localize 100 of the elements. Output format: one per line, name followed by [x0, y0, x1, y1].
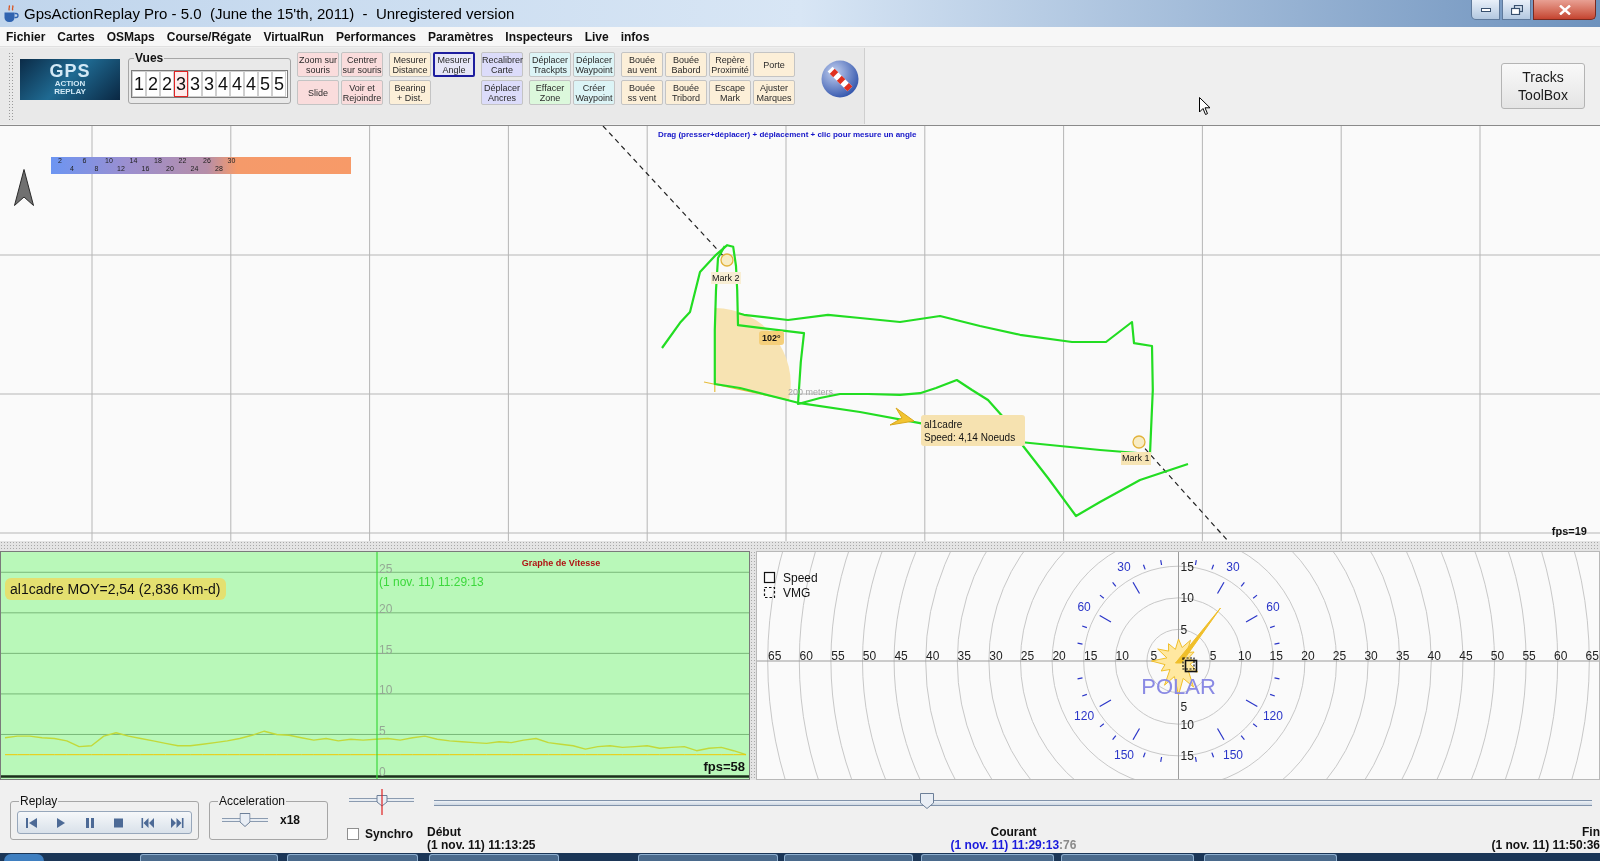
- tool-button[interactable]: Bouée ss vent: [621, 80, 663, 105]
- tool-button[interactable]: Centrer sur souris: [341, 52, 383, 77]
- radius-label: 15: [1180, 559, 1194, 574]
- radius-label: 55: [1522, 649, 1536, 663]
- tool-button[interactable]: Mesurer Distance: [389, 52, 431, 77]
- view-button[interactable]: 3: [188, 71, 202, 97]
- end-time: (1 nov. 11) 11:50:36: [1491, 839, 1600, 852]
- angle-label: 30: [1226, 559, 1240, 574]
- close-button[interactable]: [1533, 0, 1596, 20]
- tool-button[interactable]: Mesurer Angle: [433, 52, 475, 77]
- tool-button[interactable]: Déplacer Trackpts: [529, 52, 571, 77]
- angle-tick: [1099, 699, 1112, 708]
- radius-label: 10: [1238, 649, 1252, 663]
- tool-button[interactable]: Repère Proximité: [709, 52, 751, 77]
- start-button[interactable]: [4, 854, 44, 861]
- acceleration-value: x18: [280, 813, 301, 827]
- radius-label: 35: [957, 649, 971, 663]
- restore-icon: [1510, 4, 1523, 15]
- angle-tick: [1142, 752, 1146, 758]
- view-button[interactable]: 5: [258, 71, 272, 97]
- minimize-button[interactable]: [1471, 0, 1500, 20]
- tool-button[interactable]: Bouée au vent: [621, 52, 663, 77]
- taskbar-button[interactable]: [429, 854, 559, 861]
- taskbar-button[interactable]: [140, 854, 278, 861]
- tool-button[interactable]: Créer Waypoint: [573, 80, 615, 105]
- view-button[interactable]: 4: [230, 71, 244, 97]
- menu-item[interactable]: VirtualRun: [257, 27, 330, 46]
- menu-item[interactable]: OSMaps: [100, 27, 161, 46]
- logo-title: GPS: [49, 63, 91, 80]
- menu-item[interactable]: Course/Régate: [160, 27, 258, 46]
- tool-button[interactable]: Bouée Tribord: [665, 80, 707, 105]
- slider-thumb[interactable]: [239, 813, 251, 827]
- tool-button[interactable]: Zoom sur souris: [297, 52, 339, 77]
- angle-tick: [1211, 752, 1215, 758]
- stop-icon: [111, 816, 126, 829]
- splitter[interactable]: [0, 541, 1600, 551]
- menu-item[interactable]: Fichier: [0, 27, 52, 46]
- radius-label: 15: [1180, 749, 1194, 764]
- menu-item[interactable]: Live: [578, 27, 615, 46]
- menu-item[interactable]: Performances: [329, 27, 422, 46]
- menu-item[interactable]: infos: [614, 27, 656, 46]
- radius-label: 45: [894, 649, 908, 663]
- angle-tick: [1099, 594, 1105, 599]
- checkbox[interactable]: [347, 828, 359, 840]
- view-button[interactable]: 3: [174, 71, 188, 97]
- angle-tick: [1216, 727, 1225, 741]
- angle-tick: [1269, 693, 1276, 697]
- angle-label: 60: [1266, 599, 1280, 614]
- tool-button[interactable]: Porte: [753, 52, 795, 77]
- tracks-toolbox-button[interactable]: Tracks ToolBox: [1501, 63, 1585, 109]
- view-button[interactable]: 5: [272, 71, 286, 97]
- radius-label: 10: [1180, 591, 1194, 606]
- view-button[interactable]: 4: [244, 71, 258, 97]
- tool-button[interactable]: Voir et Rejoindre: [341, 80, 383, 105]
- angle-tick: [1132, 727, 1141, 741]
- tool-button[interactable]: Escape Mark: [709, 80, 751, 105]
- tool-button[interactable]: Recalibrer Carte: [481, 52, 523, 77]
- radius-label: 5: [1180, 622, 1188, 637]
- angle-label: 30: [1117, 559, 1131, 574]
- taskbar-button[interactable]: [1204, 854, 1337, 861]
- angle-tick: [1112, 581, 1117, 587]
- average-speed-badge: al1cadre MOY=2,54 (2,836 Km-d): [5, 578, 226, 600]
- menu-item[interactable]: Inspecteurs: [499, 27, 579, 46]
- mark-label: Mark 1: [1121, 452, 1151, 465]
- view-button[interactable]: 2: [160, 71, 174, 97]
- menu-item[interactable]: Cartes: [51, 27, 101, 46]
- tool-button[interactable]: Bouée Babord: [665, 52, 707, 77]
- mark-circle-icon: [720, 253, 734, 267]
- minimize-icon: [1480, 7, 1491, 12]
- view-button[interactable]: 4: [216, 71, 230, 97]
- angle-tick: [1273, 642, 1281, 645]
- taskbar-button[interactable]: [1061, 854, 1194, 861]
- taskbar-button[interactable]: [287, 854, 418, 861]
- group-label: Acceleration: [218, 795, 287, 808]
- chart-title: Graphe de Vitesse: [521, 558, 601, 568]
- angle-tick: [1245, 699, 1258, 708]
- view-button[interactable]: 3: [202, 71, 216, 97]
- angle-tick: [1076, 677, 1084, 680]
- tool-button[interactable]: Bearing + Dist.: [389, 80, 431, 105]
- view-button[interactable]: 2: [146, 71, 160, 97]
- taskbar-button[interactable]: [784, 854, 913, 861]
- tool-button[interactable]: Slide: [297, 80, 339, 105]
- slider-thumb[interactable]: [375, 789, 388, 815]
- tool-button[interactable]: Déplacer Waypoint: [573, 52, 615, 77]
- tool-button[interactable]: Déplacer Ancres: [481, 80, 523, 105]
- view-button[interactable]: 1: [132, 71, 146, 97]
- menu-item[interactable]: Paramètres: [421, 27, 500, 46]
- tool-button[interactable]: Ajuster Marques: [753, 80, 795, 105]
- angle-label: 120: [1262, 708, 1283, 723]
- angle-tick: [1269, 625, 1276, 629]
- angle-tick: [1081, 625, 1088, 629]
- y-tick-label: 10: [379, 683, 393, 698]
- taskbar-button[interactable]: [638, 854, 778, 861]
- radius-label: 65: [768, 649, 782, 663]
- splitter[interactable]: [750, 551, 756, 780]
- taskbar-button[interactable]: [921, 854, 1054, 861]
- slider-thumb[interactable]: [920, 793, 935, 809]
- angle-tick: [1216, 581, 1225, 595]
- tool-button[interactable]: Effacer Zone: [529, 80, 571, 105]
- restore-button[interactable]: [1502, 0, 1531, 20]
